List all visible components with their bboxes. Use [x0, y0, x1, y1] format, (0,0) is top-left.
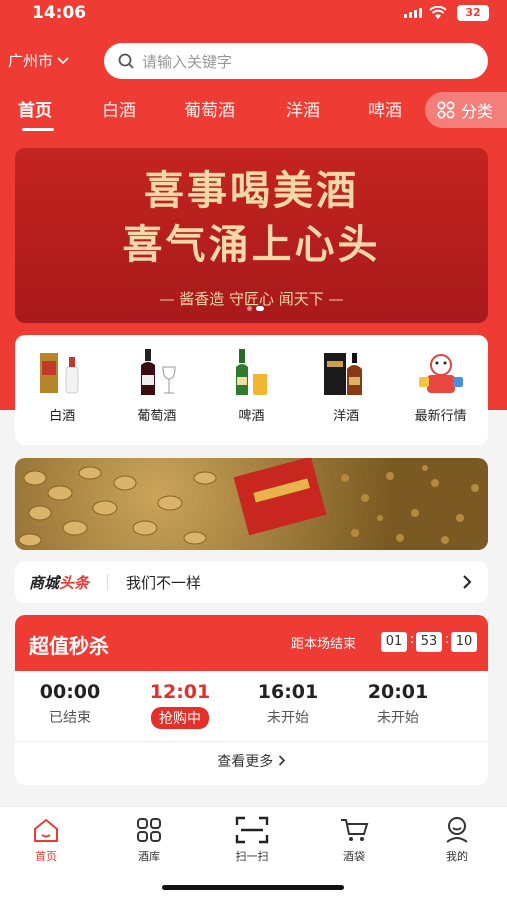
slot-time: 16:01 [257, 681, 319, 703]
status-bar: 14:06 32 [0, 0, 507, 30]
city-label: 广州市 [8, 52, 54, 70]
city-selector[interactable]: 广州市 [8, 50, 69, 71]
category-label: 白酒 [49, 409, 76, 424]
promo-image-banner[interactable] [15, 458, 488, 550]
market-mascot-icon [418, 354, 463, 393]
category-grid-icon [437, 101, 455, 119]
tab-indicator [22, 128, 54, 131]
banner-line-2: 喜气涌上心头 [122, 221, 381, 268]
view-more-link[interactable]: 查看更多 [15, 751, 488, 771]
category-grid: 白酒 葡萄酒 啤酒 洋酒 最新行情 [15, 335, 488, 445]
banner-pagination [247, 306, 264, 311]
nav-label: 酒袋 [343, 850, 365, 863]
category-item-beer[interactable]: 啤酒 [206, 347, 296, 424]
news-brand-prefix: 商城 [29, 573, 60, 592]
slot-status: 抢购中 [151, 707, 209, 729]
countdown-seconds: 10 [451, 632, 477, 652]
slot-status: 已结束 [49, 710, 91, 726]
divider [107, 574, 109, 590]
search-input[interactable]: 请输入关键字 [142, 51, 232, 72]
category-item-spirits[interactable]: 洋酒 [301, 347, 391, 424]
tab-spirits[interactable]: 洋酒 [286, 96, 320, 121]
divider [15, 741, 488, 742]
search-bar[interactable]: 请输入关键字 [104, 43, 488, 79]
nav-label: 扫一扫 [235, 850, 269, 863]
slot-status: 未开始 [267, 710, 309, 726]
profile-icon [446, 817, 468, 843]
cart-icon [341, 819, 369, 841]
category-label: 洋酒 [333, 409, 360, 424]
slot-time: 20:01 [367, 681, 429, 703]
nav-cart[interactable]: 酒袋 [324, 815, 384, 864]
time-slot[interactable]: 00:00 已结束 [15, 681, 125, 727]
grid-icon [137, 818, 161, 842]
wine-bottle-icon [140, 349, 176, 395]
nav-home[interactable]: 首页 [16, 815, 76, 864]
nav-label: 首页 [35, 850, 57, 863]
time-slot-active[interactable]: 12:01 抢购中 [125, 681, 235, 729]
category-item-market[interactable]: 最新行情 [396, 347, 486, 424]
slot-time: 00:00 [39, 681, 101, 703]
category-label: 最新行情 [414, 409, 467, 424]
category-button[interactable]: 分类 [425, 92, 507, 128]
tab-home[interactable]: 首页 [18, 96, 52, 121]
tab-wine[interactable]: 葡萄酒 [184, 96, 235, 121]
countdown-label: 距本场结束 [291, 637, 357, 652]
view-more-label: 查看更多 [217, 754, 274, 770]
nav-label: 酒库 [138, 850, 160, 863]
news-brand: 商城头条 [29, 572, 89, 593]
time-slot[interactable]: 16:01 未开始 [233, 681, 343, 727]
category-label: 啤酒 [238, 409, 265, 424]
flash-sale-header: 超值秒杀 距本场结束 01 : 53 : 10 [15, 615, 488, 671]
flash-sale-card: 超值秒杀 距本场结束 01 : 53 : 10 00:00 已结束 12:01 … [15, 615, 488, 785]
time-slots: 00:00 已结束 12:01 抢购中 16:01 未开始 20:01 未开始 [15, 675, 488, 739]
chevron-right-icon [278, 755, 285, 766]
category-button-label: 分类 [461, 102, 494, 121]
tab-baijiu[interactable]: 白酒 [102, 96, 136, 121]
nav-cellar[interactable]: 酒库 [119, 815, 179, 864]
home-icon [34, 818, 58, 842]
category-item-baijiu[interactable]: 白酒 [17, 347, 107, 424]
signal-icon [404, 8, 422, 18]
scan-icon [235, 816, 269, 844]
wifi-icon [429, 6, 447, 19]
chevron-right-icon [463, 575, 472, 589]
cognac-bottle-icon [324, 353, 363, 395]
countdown-minutes: 53 [416, 632, 442, 652]
search-icon [118, 53, 134, 69]
slot-time: 12:01 [149, 681, 211, 703]
status-time: 14:06 [32, 3, 87, 23]
baijiu-bottle-icon [40, 353, 79, 394]
category-tabs: 首页 白酒 葡萄酒 洋酒 啤酒 分类 [0, 92, 507, 132]
countdown-hours: 01 [381, 632, 407, 652]
battery-icon: 32 [457, 5, 489, 21]
category-label: 葡萄酒 [137, 409, 177, 424]
flash-sale-title: 超值秒杀 [29, 634, 109, 658]
time-slot[interactable]: 20:01 未开始 [343, 681, 453, 727]
nav-profile[interactable]: 我的 [427, 815, 487, 864]
nav-label: 我的 [446, 850, 468, 863]
beer-bottle-icon [236, 349, 268, 395]
promo-banner[interactable]: 喜事喝美酒 喜气涌上心头 — 酱香造 守匠心 闻天下 — [15, 148, 488, 323]
news-ticker[interactable]: 商城头条 我们不一样 [15, 561, 488, 603]
nav-scan[interactable]: 扫一扫 [222, 815, 282, 864]
slot-status: 未开始 [377, 710, 419, 726]
chevron-down-icon [57, 56, 69, 64]
news-brand-suffix: 头条 [59, 573, 90, 592]
banner-line-1: 喜事喝美酒 [144, 167, 359, 214]
wheat-image [18, 458, 479, 547]
category-item-wine[interactable]: 葡萄酒 [112, 347, 202, 424]
tab-beer[interactable]: 啤酒 [368, 96, 402, 121]
home-indicator [162, 885, 344, 890]
news-text: 我们不一样 [126, 573, 202, 592]
